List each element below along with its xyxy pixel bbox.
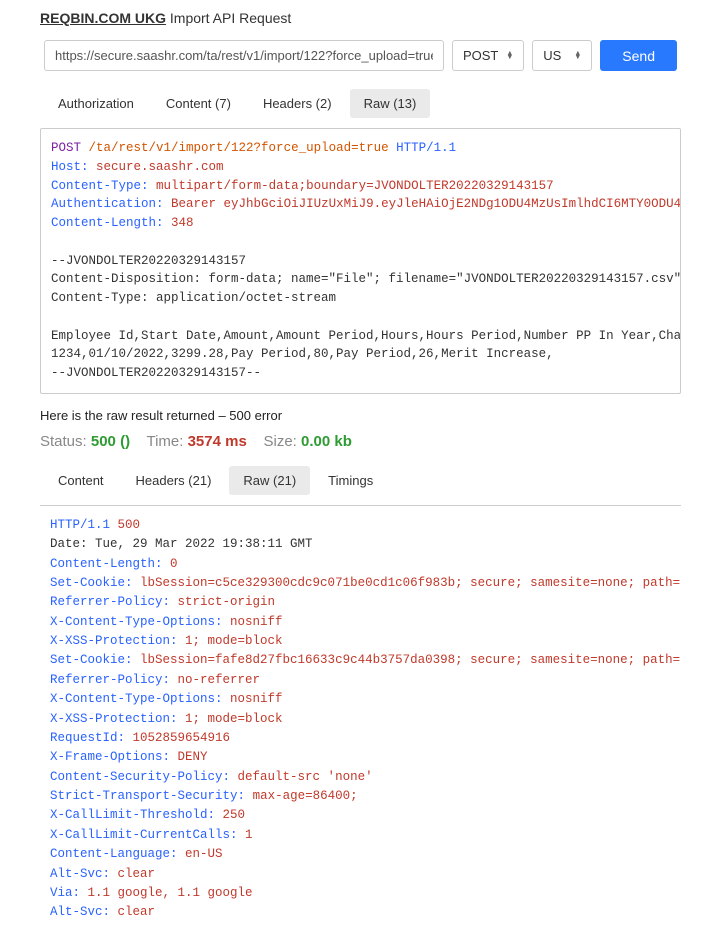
header-value: clear — [118, 905, 156, 919]
header-name: Content-Language: — [50, 847, 178, 861]
tab-raw[interactable]: Raw (13) — [350, 89, 431, 118]
header-name: Content-Security-Policy: — [50, 770, 230, 784]
raw-request-panel: POST /ta/rest/v1/import/122?force_upload… — [40, 128, 681, 394]
request-method: POST — [51, 141, 81, 155]
header-name: Alt-Svc: — [50, 905, 110, 919]
header-name: Referrer-Policy: — [50, 595, 170, 609]
header-name: X-Content-Type-Options: — [50, 692, 223, 706]
body-line: 1234,01/10/2022,3299.28,Pay Period,80,Pa… — [51, 347, 554, 361]
response-status-code: 500 — [118, 518, 141, 532]
region-select[interactable]: US ▲▼ — [532, 40, 592, 71]
raw-response-panel: HTTP/1.1 500 Date: Tue, 29 Mar 2022 19:3… — [40, 505, 681, 933]
header-name: X-CallLimit-CurrentCalls: — [50, 828, 238, 842]
page-title-link[interactable]: REQBIN.COM UKG — [40, 10, 166, 26]
request-path: /ta/rest/v1/import/122?force_upload=true — [89, 141, 389, 155]
header-name: Via: — [50, 886, 80, 900]
response-proto: HTTP/1.1 — [50, 518, 110, 532]
header-value: max-age=86400; — [253, 789, 358, 803]
tab-response-raw[interactable]: Raw (21) — [229, 466, 310, 495]
select-arrows-icon: ▲▼ — [506, 52, 513, 60]
header-value: clear — [118, 867, 156, 881]
status-value: 500 () — [91, 433, 130, 450]
header-name: Set-Cookie: — [50, 576, 133, 590]
body-line: Content-Type: application/octet-stream — [51, 291, 336, 305]
page-title: REQBIN.COM UKG Import API Request — [40, 10, 681, 26]
header-value: lbSession=fafe8d27fbc16633c9c44b3757da03… — [140, 653, 681, 667]
body-line: --JVONDOLTER20220329143157-- — [51, 366, 261, 380]
send-button[interactable]: Send — [600, 40, 677, 71]
header-name: Strict-Transport-Security: — [50, 789, 245, 803]
intermission-text: Here is the raw result returned – 500 er… — [40, 408, 681, 423]
response-date: Date: Tue, 29 Mar 2022 19:38:11 GMT — [50, 537, 313, 551]
size-label: Size: — [263, 433, 296, 450]
time-value: 3574 ms — [188, 433, 247, 450]
header-name: Content-Length: — [51, 216, 164, 230]
tab-content[interactable]: Content (7) — [152, 89, 245, 118]
header-value: 1.1 google, 1.1 google — [88, 886, 253, 900]
header-value: multipart/form-data;boundary=JVONDOLTER2… — [156, 179, 554, 193]
tab-response-content[interactable]: Content — [44, 466, 118, 495]
header-name: Authentication: — [51, 197, 164, 211]
header-name: Content-Length: — [50, 557, 163, 571]
header-value: DENY — [178, 750, 208, 764]
time-label: Time: — [146, 433, 183, 450]
tab-authorization[interactable]: Authorization — [44, 89, 148, 118]
tab-response-timings[interactable]: Timings — [314, 466, 387, 495]
status-row: Status: 500 () Time: 3574 ms Size: 0.00 … — [40, 433, 681, 450]
header-name: X-XSS-Protection: — [50, 712, 178, 726]
header-name: X-Content-Type-Options: — [50, 615, 223, 629]
header-value: nosniff — [230, 692, 283, 706]
header-value: 250 — [223, 808, 246, 822]
method-select-value: POST — [463, 48, 498, 63]
header-value: 0 — [170, 557, 178, 571]
header-value: default-src 'none' — [238, 770, 373, 784]
header-name: Host: — [51, 160, 89, 174]
header-name: Set-Cookie: — [50, 653, 133, 667]
header-value: 1; mode=block — [185, 712, 283, 726]
body-line: Employee Id,Start Date,Amount,Amount Per… — [51, 329, 681, 343]
header-value: 1052859654916 — [133, 731, 231, 745]
body-line: Content-Disposition: form-data; name="Fi… — [51, 272, 681, 286]
header-name: X-CallLimit-Threshold: — [50, 808, 215, 822]
header-value: 1 — [245, 828, 253, 842]
select-arrows-icon: ▲▼ — [574, 52, 581, 60]
header-value: 1; mode=block — [185, 634, 283, 648]
header-name: RequestId: — [50, 731, 125, 745]
header-value: strict-origin — [178, 595, 276, 609]
header-name: Alt-Svc: — [50, 867, 110, 881]
response-tabs: Content Headers (21) Raw (21) Timings — [40, 466, 681, 495]
header-name: Referrer-Policy: — [50, 673, 170, 687]
header-value: en-US — [185, 847, 223, 861]
status-label: Status: — [40, 433, 87, 450]
header-value: no-referrer — [178, 673, 261, 687]
header-value: 348 — [171, 216, 194, 230]
tab-headers[interactable]: Headers (2) — [249, 89, 346, 118]
url-input[interactable] — [44, 40, 444, 71]
header-value: secure.saashr.com — [96, 160, 224, 174]
header-name: Content-Type: — [51, 179, 149, 193]
request-bar: POST ▲▼ US ▲▼ Send — [40, 40, 681, 71]
header-value: lbSession=c5ce329300cdc9c071be0cd1c06f98… — [140, 576, 681, 590]
header-value: Bearer eyJhbGciOiJIUzUxMiJ9.eyJleHAiOjE2… — [171, 197, 681, 211]
method-select[interactable]: POST ▲▼ — [452, 40, 524, 71]
tab-response-headers[interactable]: Headers (21) — [122, 466, 226, 495]
header-name: X-Frame-Options: — [50, 750, 170, 764]
body-line: --JVONDOLTER20220329143157 — [51, 254, 246, 268]
request-proto: HTTP/1.1 — [396, 141, 456, 155]
page-title-suffix: Import API Request — [166, 10, 291, 26]
region-select-value: US — [543, 48, 561, 63]
request-tabs: Authorization Content (7) Headers (2) Ra… — [40, 89, 681, 118]
header-value: nosniff — [230, 615, 283, 629]
header-name: X-XSS-Protection: — [50, 634, 178, 648]
size-value: 0.00 kb — [301, 433, 352, 450]
